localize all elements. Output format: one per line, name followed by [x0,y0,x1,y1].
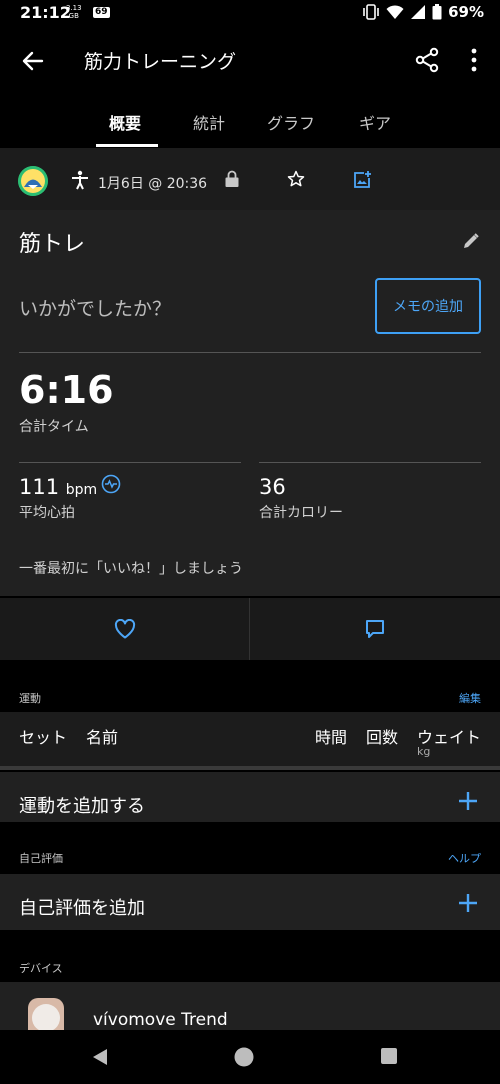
shark-avatar-icon [18,166,48,196]
exercise-section-header: 運動 編集 [0,662,500,712]
add-photo-icon[interactable] [352,170,372,190]
column-reps: 回数 [366,728,399,747]
tab-graph[interactable]: グラフ [267,110,315,134]
activity-summary-card: 筋トレ いかがでしたか？ メモの追加 6:16 合計タイム 111 bpm 平均… [0,210,500,596]
add-self-eval-label: 自己評価を追加 [19,898,145,919]
nav-back-icon[interactable] [90,1047,110,1067]
avg-heart-rate-value: 111 [19,475,60,499]
add-self-eval-row[interactable]: 自己評価を追加 [0,874,500,936]
exercise-section-title: 運動 [19,692,41,705]
like-button[interactable] [0,598,249,660]
exercise-edit-link[interactable]: 編集 [459,690,481,706]
nav-home-icon[interactable] [234,1047,254,1067]
divider [0,766,500,770]
heart-icon [114,619,135,639]
activity-name: 筋トレ [19,232,86,257]
total-time-label: 合計タイム [19,419,89,435]
pencil-icon[interactable] [462,232,480,250]
vibrate-icon [363,4,379,20]
how-was-it-prompt[interactable]: いかがでしたか？ [19,294,171,321]
strength-activity-icon [72,170,88,190]
column-set: セット [19,728,68,747]
data-speed-indicator: 3.13 GB [66,4,82,20]
activity-date: 1月6日 @ 20:36 [98,176,208,192]
tab-gear[interactable]: ギア [359,110,391,134]
watch-image [28,998,64,1034]
column-name: 名前 [86,728,119,747]
device-section-title: デバイス [19,962,63,975]
plus-icon [459,792,477,810]
data-speed-value: 3.13 [66,4,82,12]
status-bar: 21:12 3.13 GB 69 69% [0,0,500,28]
comment-icon [365,620,384,638]
add-exercise-label: 運動を追加する [19,796,145,817]
watch-face [32,1004,60,1032]
device-row[interactable]: vívomove Trend [0,982,500,1034]
battery-percent: 69% [448,3,484,21]
avatar[interactable] [18,166,48,196]
status-icons: 69% [362,3,484,21]
add-memo-button[interactable]: メモの追加 [375,278,481,334]
app-bar: 筋力トレーニング [0,28,500,92]
divider [19,462,241,463]
like-prompt: 一番最初に「いいね！」しましょう [19,561,243,577]
page-title: 筋力トレーニング [84,51,237,73]
total-calories-label: 合計カロリー [259,505,343,521]
divider [19,352,481,353]
self-eval-help-link[interactable]: ヘルプ [448,850,481,866]
activity-meta-row: 1月6日 @ 20:36 [0,148,500,210]
avg-heart-rate: 111 bpm [19,475,97,499]
total-time-value: 6:16 [19,368,114,412]
lock-icon[interactable] [224,170,240,188]
wifi-icon [386,5,404,19]
divider [259,462,481,463]
heart-rate-icon[interactable] [101,474,121,494]
tab-bar: 概要 統計 グラフ ギア [0,92,500,148]
active-tab-indicator [96,144,158,147]
column-weight-unit: kg [417,745,431,758]
total-calories-value: 36 [259,475,286,499]
status-time: 21:12 [20,3,71,22]
tab-overview[interactable]: 概要 [109,110,141,134]
battery-icon [432,4,442,20]
avg-heart-rate-unit: bpm [65,482,98,498]
signal-icon [411,5,426,19]
self-eval-section-title: 自己評価 [19,852,63,865]
tab-stats[interactable]: 統計 [193,110,225,134]
device-section-header: デバイス [0,930,500,982]
column-time: 時間 [315,728,348,747]
plus-icon [459,894,477,912]
system-nav-bar [0,1030,500,1084]
comment-button[interactable] [250,598,499,660]
social-actions-row [0,598,500,660]
star-icon[interactable] [287,170,305,188]
data-speed-unit: GB [68,12,79,20]
nav-recents-icon[interactable] [380,1047,398,1065]
device-name: vívomove Trend [93,1010,228,1030]
self-eval-section-header: 自己評価 ヘルプ [0,822,500,872]
avg-heart-rate-label: 平均心拍 [19,505,75,521]
share-icon[interactable] [414,47,440,73]
more-options-icon[interactable] [464,47,484,73]
notification-badge: 69 [93,7,110,18]
back-arrow-icon[interactable] [20,48,46,74]
exercise-table-header: セット 名前 時間 回数 ウェイト kg [0,712,500,768]
